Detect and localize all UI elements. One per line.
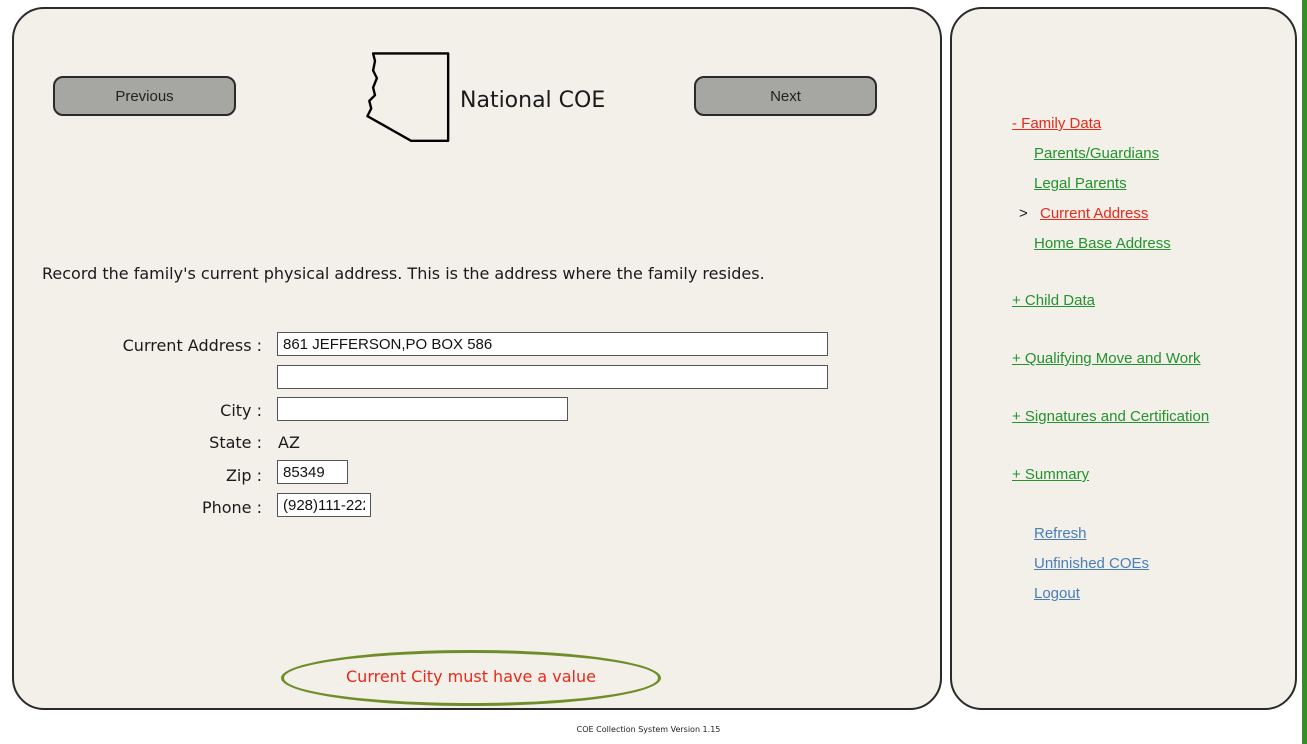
nav-home-base-address[interactable]: Home Base Address <box>1034 235 1171 252</box>
state-value: AZ <box>278 433 300 452</box>
zip-label: Zip : <box>225 466 262 485</box>
address-line1-input[interactable] <box>277 332 828 356</box>
previous-button[interactable]: Previous <box>53 76 236 116</box>
version-footer: COE Collection System Version 1.15 <box>576 725 721 734</box>
page-title: National COE <box>460 88 606 113</box>
nav-legal-parents[interactable]: Legal Parents <box>1034 175 1127 192</box>
nav-refresh[interactable]: Refresh <box>1034 525 1087 542</box>
state-label: State : <box>209 433 262 452</box>
nav-summary[interactable]: + Summary <box>1012 466 1089 483</box>
phone-label: Phone : <box>201 498 262 517</box>
nav-family-data[interactable]: - Family Data <box>1012 115 1101 132</box>
right-edge-bar <box>1302 0 1307 744</box>
nav-signatures[interactable]: + Signatures and Certification <box>1012 408 1209 425</box>
zip-input[interactable] <box>277 460 348 484</box>
nav-unfinished-coes[interactable]: Unfinished COEs <box>1034 555 1149 572</box>
next-button[interactable]: Next <box>694 76 877 116</box>
arizona-logo-icon <box>366 52 450 142</box>
error-message: Current City must have a value <box>346 667 596 686</box>
phone-input[interactable] <box>277 493 371 517</box>
nav-logout[interactable]: Logout <box>1034 585 1080 602</box>
address-line2-input[interactable] <box>277 365 828 389</box>
city-input[interactable] <box>277 397 568 421</box>
current-address-label: Current Address : <box>122 336 262 355</box>
city-label: City : <box>220 401 262 420</box>
nav-child-data[interactable]: + Child Data <box>1012 292 1095 309</box>
instructions-text: Record the family's current physical add… <box>42 264 765 283</box>
current-page-marker: > <box>1019 205 1028 222</box>
nav-current-address[interactable]: Current Address <box>1040 205 1148 222</box>
nav-parents-guardians[interactable]: Parents/Guardians <box>1034 145 1159 162</box>
nav-qualifying-move[interactable]: + Qualifying Move and Work <box>1012 350 1201 367</box>
